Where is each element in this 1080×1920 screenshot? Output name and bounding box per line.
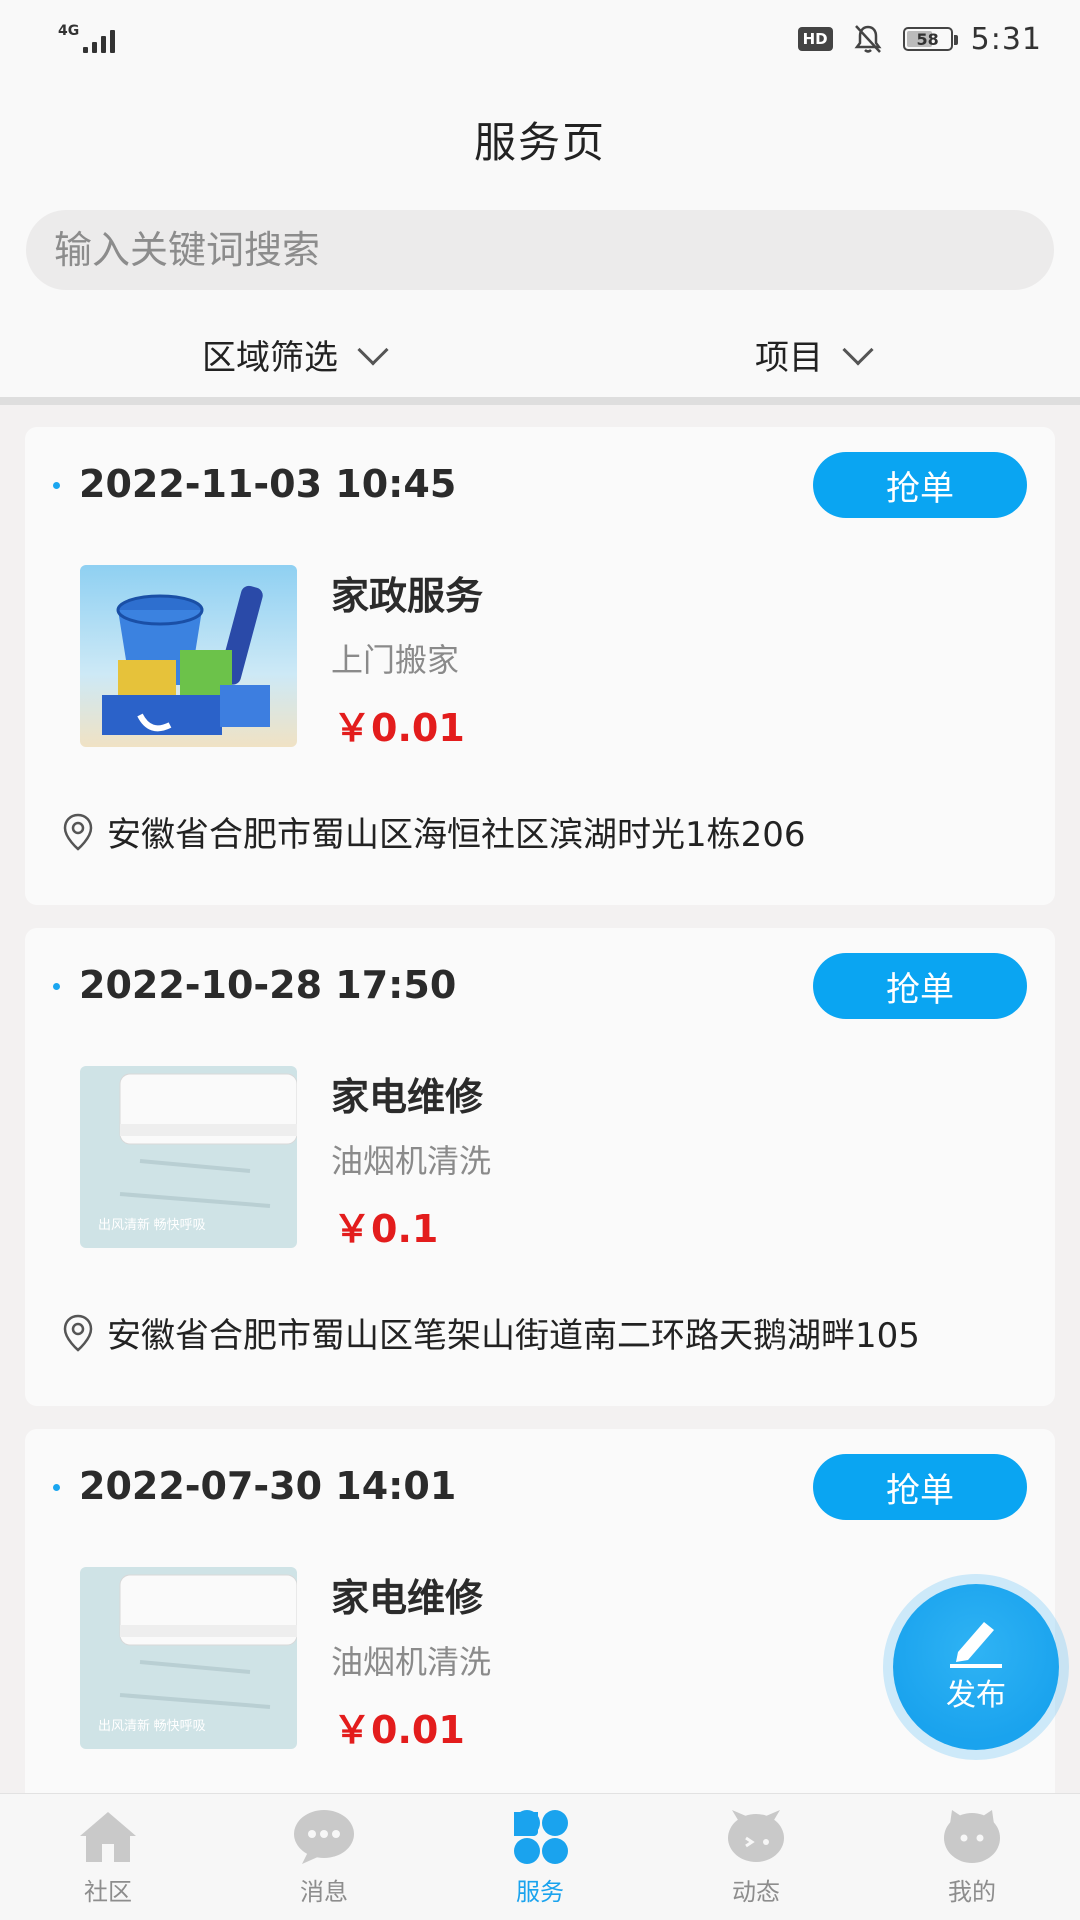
image-caption: 出风清新 畅快呼吸: [98, 1217, 206, 1232]
chevron-down-icon: [842, 333, 874, 366]
clock: 5:31: [970, 21, 1042, 57]
service-type: 上门搬家: [331, 641, 460, 679]
bullet-dot: [53, 482, 60, 489]
home-icon: [80, 1812, 136, 1862]
battery-level: 58: [916, 29, 939, 49]
order-list[interactable]: 2022-11-03 10:45 抢单 家政服务 上门搬家 ￥0.01 安徽省合…: [0, 413, 1080, 1793]
bottom-nav: 社区 消息 服务 动态 我的: [0, 1793, 1080, 1920]
address-text: 安徽省合肥市蜀山区海恒社区滨湖时光1栋206: [107, 815, 806, 855]
order-price: ￥0.1: [333, 1207, 439, 1251]
filter-bar: 区域筛选 项目: [0, 300, 1080, 405]
activity-icon: [728, 1810, 784, 1862]
order-time: 2022-07-30 14:01: [79, 1464, 457, 1508]
project-filter-dropdown[interactable]: 项目: [755, 330, 874, 379]
chat-icon: [294, 1810, 354, 1864]
order-address: 安徽省合肥市蜀山区海恒社区滨湖时光1栋206: [61, 807, 806, 856]
service-type: 油烟机清洗: [331, 1643, 492, 1681]
image-caption: 出风清新 畅快呼吸: [98, 1718, 206, 1733]
network-type: 4G: [58, 23, 80, 39]
mute-bell-icon: [854, 25, 882, 53]
nav-label: 社区: [84, 1878, 132, 1906]
area-filter-label: 区域筛选: [202, 338, 338, 378]
service-type: 油烟机清洗: [331, 1142, 492, 1180]
order-time: 2022-11-03 10:45: [79, 462, 457, 506]
page-title: 服务页: [473, 117, 606, 167]
nav-label: 服务: [516, 1878, 564, 1906]
search-input[interactable]: [26, 210, 1054, 290]
order-card[interactable]: 2022-07-30 14:01 抢单 出风清新 畅快呼吸 家电维修 油烟机清洗…: [25, 1429, 1055, 1793]
location-pin-icon: [63, 813, 93, 851]
battery-icon: 58: [902, 27, 958, 51]
cleaning-kit-image: [80, 565, 297, 747]
chevron-down-icon: [357, 333, 389, 366]
order-card[interactable]: 2022-10-28 17:50 抢单 出风清新 畅快呼吸 家电维修 油烟机清洗…: [25, 928, 1055, 1406]
nav-item-community[interactable]: 社区: [0, 1794, 216, 1920]
publish-button[interactable]: 发布: [893, 1584, 1059, 1750]
services-icon: [514, 1810, 568, 1864]
nav-item-profile[interactable]: 我的: [864, 1794, 1080, 1920]
service-category: 家政服务: [331, 574, 484, 618]
service-category: 家电维修: [331, 1075, 484, 1119]
grab-order-button[interactable]: 抢单: [813, 953, 1027, 1019]
search-bar: [0, 200, 1080, 300]
edit-icon: [950, 1622, 1002, 1668]
air-conditioner-image: 出风清新 畅快呼吸: [80, 1567, 297, 1749]
order-price: ￥0.01: [333, 706, 465, 750]
order-time: 2022-10-28 17:50: [79, 963, 457, 1007]
signal-icon: [83, 25, 116, 53]
grab-order-button[interactable]: 抢单: [813, 452, 1027, 518]
nav-label: 我的: [948, 1878, 996, 1906]
publish-label: 发布: [946, 1678, 1006, 1713]
hd-badge: HD: [797, 27, 833, 51]
bullet-dot: [53, 1484, 60, 1491]
project-filter-label: 项目: [755, 338, 823, 378]
nav-item-activity[interactable]: 动态: [648, 1794, 864, 1920]
order-price: ￥0.01: [333, 1708, 465, 1752]
order-address: 安徽省合肥市蜀山区笔架山街道南二环路天鹅湖畔105: [61, 1308, 920, 1357]
grab-order-button[interactable]: 抢单: [813, 1454, 1027, 1520]
signal-indicator: 4G: [58, 23, 116, 53]
nav-label: 消息: [300, 1878, 348, 1906]
location-pin-icon: [63, 1314, 93, 1352]
order-card[interactable]: 2022-11-03 10:45 抢单 家政服务 上门搬家 ￥0.01 安徽省合…: [25, 427, 1055, 905]
air-conditioner-image: 出风清新 畅快呼吸: [80, 1066, 297, 1248]
nav-item-messages[interactable]: 消息: [216, 1794, 432, 1920]
bullet-dot: [53, 983, 60, 990]
nav-item-services[interactable]: 服务: [432, 1794, 648, 1920]
area-filter-dropdown[interactable]: 区域筛选: [202, 330, 389, 379]
header: 服务页: [0, 78, 1080, 200]
profile-icon: [944, 1810, 1000, 1863]
nav-label: 动态: [732, 1878, 780, 1906]
status-bar: 4G HD 58 5:31: [0, 0, 1080, 78]
service-category: 家电维修: [331, 1576, 484, 1620]
address-text: 安徽省合肥市蜀山区笔架山街道南二环路天鹅湖畔105: [107, 1316, 920, 1356]
